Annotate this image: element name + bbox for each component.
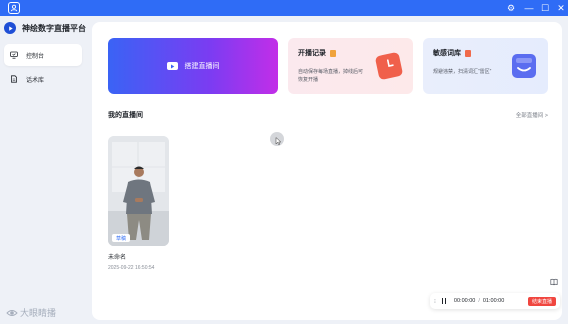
- cursor-indicator: [270, 132, 284, 146]
- settings-icon[interactable]: ⚙: [504, 1, 518, 15]
- room-thumbnail[interactable]: 草稿: [108, 136, 169, 246]
- live-record-title-text: 开播记录: [298, 50, 326, 57]
- minimize-button[interactable]: —: [522, 1, 536, 15]
- live-record-card[interactable]: 开播记录 自动保存每场直播，掉线后可恢复开播: [288, 38, 413, 94]
- sensitive-words-title: 敏感词库: [433, 48, 471, 58]
- app-logo-icon: [4, 22, 16, 34]
- sensitive-words-card[interactable]: 敏感词库 规避违禁，扫清词汇“雷区”: [423, 38, 548, 94]
- words-illustration-icon: [512, 54, 536, 78]
- watermark: 大眼睛播: [6, 306, 56, 319]
- live-record-title: 开播记录: [298, 48, 336, 58]
- total-time: 01:00:00: [482, 298, 505, 304]
- book-icon[interactable]: [550, 278, 558, 286]
- play-icon: [166, 62, 178, 70]
- app-name: 神绘数字直播平台: [22, 23, 86, 33]
- sidebar-item-script-library[interactable]: 话术库: [4, 68, 82, 90]
- start-live-card[interactable]: 搭建直播间: [108, 38, 278, 94]
- document-icon: [11, 75, 17, 83]
- current-time: 00:00:00: [453, 298, 476, 304]
- monitor-icon: [10, 51, 18, 59]
- pause-button[interactable]: [441, 298, 448, 304]
- watermark-text: 大眼睛播: [20, 308, 57, 318]
- sidebar-item-console[interactable]: 控制台: [4, 44, 82, 66]
- record-illustration-icon: [374, 51, 404, 81]
- main-panel: 搭建直播间 开播记录 自动保存每场直播，掉线后可恢复开播 敏感词库 规避违禁，扫…: [92, 22, 562, 320]
- brand: 神绘数字直播平台: [4, 22, 86, 34]
- room-timestamp: 2025-09-22 16:50:54: [108, 265, 155, 271]
- room-name: 未命名: [108, 255, 127, 261]
- time-separator: /: [478, 298, 480, 304]
- sensitive-words-desc: 规避违禁，扫清词汇“雷区”: [433, 69, 492, 75]
- sidebar: 神绘数字直播平台 控制台 话术库: [0, 16, 90, 324]
- eye-logo-icon: [6, 309, 18, 316]
- live-player-bar: ⁝ 00:00:00 / 01:00:00 结束直播: [430, 293, 560, 309]
- presenter-image: [108, 136, 169, 246]
- end-live-button[interactable]: 结束直播: [527, 296, 556, 306]
- words-tag-icon: [465, 49, 471, 57]
- close-button[interactable]: ✕: [554, 1, 568, 15]
- record-tag-icon: [330, 49, 336, 57]
- all-rooms-link[interactable]: 全部直播间 >: [516, 111, 548, 119]
- sidebar-item-label: 控制台: [26, 53, 45, 60]
- sidebar-item-label: 话术库: [26, 77, 45, 84]
- maximize-button[interactable]: ☐: [538, 1, 552, 15]
- draft-badge: 草稿: [112, 234, 131, 242]
- start-live-label: 搭建直播间: [184, 63, 220, 70]
- title-bar: ⚙ — ☐ ✕: [0, 0, 568, 16]
- drag-handle-icon[interactable]: ⁝: [434, 298, 436, 305]
- sensitive-words-title-text: 敏感词库: [433, 50, 461, 57]
- user-icon[interactable]: [8, 2, 20, 14]
- live-record-desc: 自动保存每场直播，掉线后可恢复开播: [298, 69, 364, 83]
- my-rooms-title: 我的直播间: [108, 112, 143, 119]
